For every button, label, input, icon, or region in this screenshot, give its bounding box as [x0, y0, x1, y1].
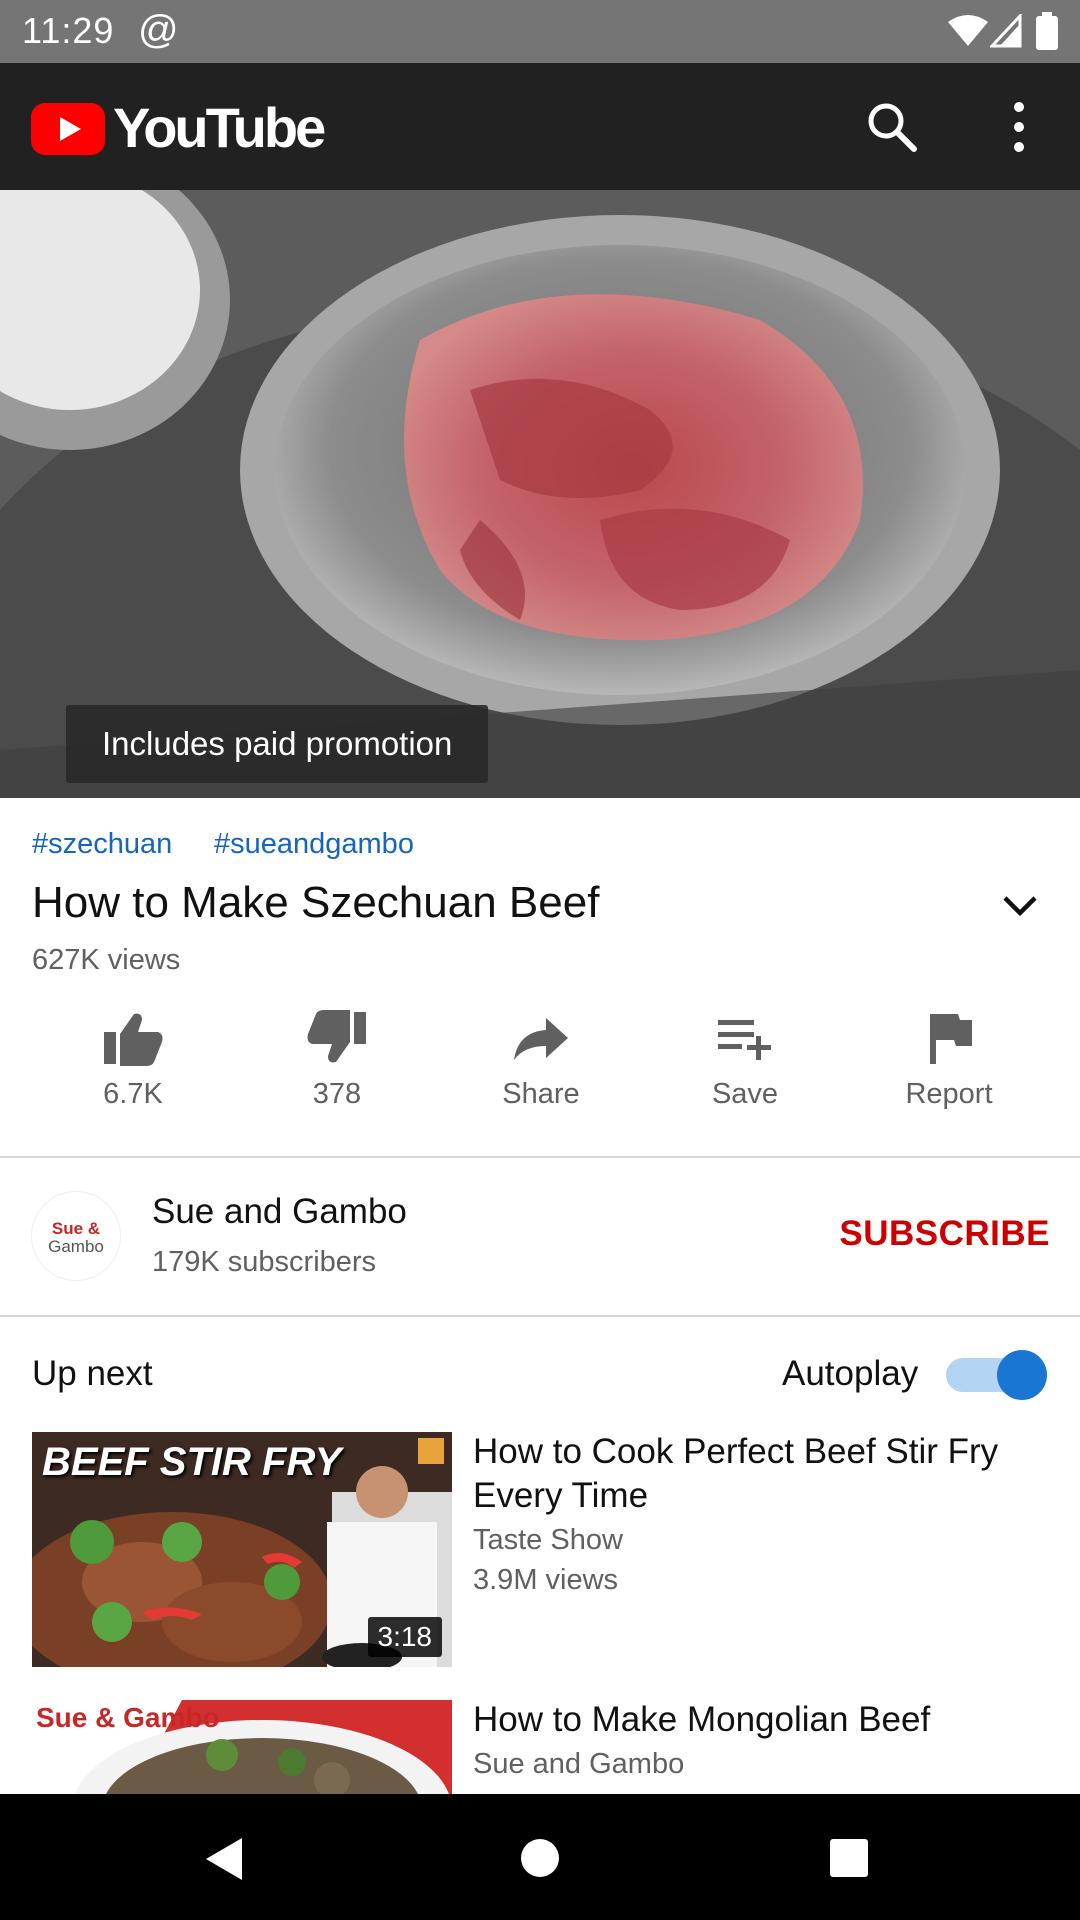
report-button[interactable]: Report [864, 1010, 1034, 1111]
divider [0, 1156, 1080, 1158]
thumbs-up-icon [104, 1013, 163, 1066]
search-icon[interactable] [866, 101, 918, 153]
paid-promotion-badge: Includes paid promotion [66, 705, 489, 783]
wifi-icon [948, 15, 988, 46]
at-sign-icon: @ [138, 8, 179, 52]
thumbs-down-icon [307, 1010, 366, 1063]
recents-icon[interactable] [829, 1838, 869, 1878]
channel-avatar[interactable]: Sue & Gambo [32, 1192, 120, 1280]
home-icon[interactable] [519, 1837, 561, 1879]
status-time: 11:29 [22, 10, 115, 51]
divider [0, 1315, 1080, 1317]
video-thumbnail[interactable]: Sue & Gambo [32, 1700, 452, 1794]
channel-name[interactable]: Sue and Gambo [152, 1192, 407, 1232]
hashtag-link[interactable]: #sueandgambo [214, 828, 414, 861]
flag-icon [930, 1014, 972, 1064]
autoplay-label: Autoplay [782, 1354, 919, 1393]
video-title: How to Make Szechuan Beef [32, 878, 600, 927]
cell-signal-icon [990, 14, 1022, 48]
up-next-video-title[interactable]: How to Make Mongolian Beef [473, 1698, 1048, 1742]
save-label: Save [711, 1078, 779, 1110]
youtube-logo-icon[interactable] [31, 103, 105, 155]
share-button[interactable]: Share [456, 1010, 626, 1111]
share-label: Share [502, 1078, 580, 1110]
system-nav-bar [0, 1794, 1080, 1920]
up-next-views: 3.9M views [473, 1564, 619, 1596]
view-count: 627K views [32, 944, 181, 976]
up-next-heading: Up next [32, 1354, 153, 1393]
like-button[interactable]: 6.7K [48, 1010, 218, 1111]
channel-logo: Sue & Gambo [48, 1219, 104, 1256]
back-icon[interactable] [204, 1836, 244, 1882]
thumbnail-caption-text: Sue & Gambo [36, 1702, 220, 1733]
like-count: 6.7K [103, 1078, 163, 1110]
dislike-button[interactable]: 378 [252, 1010, 422, 1111]
more-options-icon[interactable] [1004, 99, 1034, 155]
status-bar: 11:29 @ [0, 0, 1080, 63]
hashtag-link[interactable]: #szechuan [32, 828, 172, 861]
duration-badge: 3:18 [367, 1617, 442, 1657]
subscribe-button[interactable]: SUBSCRIBE [839, 1214, 1050, 1254]
svg-text:Sue &: Sue & [52, 1219, 100, 1238]
thumbnail-caption: Sue & Gambo [36, 1704, 220, 1732]
video-player[interactable]: Includes paid promotion [0, 190, 1080, 798]
chevron-down-icon[interactable] [1002, 894, 1038, 918]
autoplay-toggle[interactable] [946, 1350, 1050, 1400]
dislike-count: 378 [312, 1078, 362, 1110]
save-button[interactable]: Save [660, 1010, 830, 1111]
share-icon [514, 1018, 568, 1060]
up-next-video-title[interactable]: How to Cook Perfect Beef Stir Fry Every … [473, 1430, 1048, 1518]
top-app-bar: YouTube [0, 63, 1080, 190]
subscriber-count: 179K subscribers [152, 1246, 377, 1278]
svg-text:Gambo: Gambo [48, 1237, 104, 1256]
report-label: Report [905, 1078, 993, 1110]
battery-icon [1036, 12, 1058, 50]
video-thumbnail[interactable]: BEEF STIR FRY 3:18 [32, 1432, 452, 1667]
thumbnail-caption: BEEF STIR FRY [42, 1440, 342, 1484]
up-next-channel: Sue and Gambo [473, 1748, 685, 1780]
youtube-logo-text[interactable]: YouTube [113, 95, 326, 160]
playlist-add-icon [718, 1020, 771, 1060]
up-next-channel: Taste Show [473, 1524, 623, 1556]
